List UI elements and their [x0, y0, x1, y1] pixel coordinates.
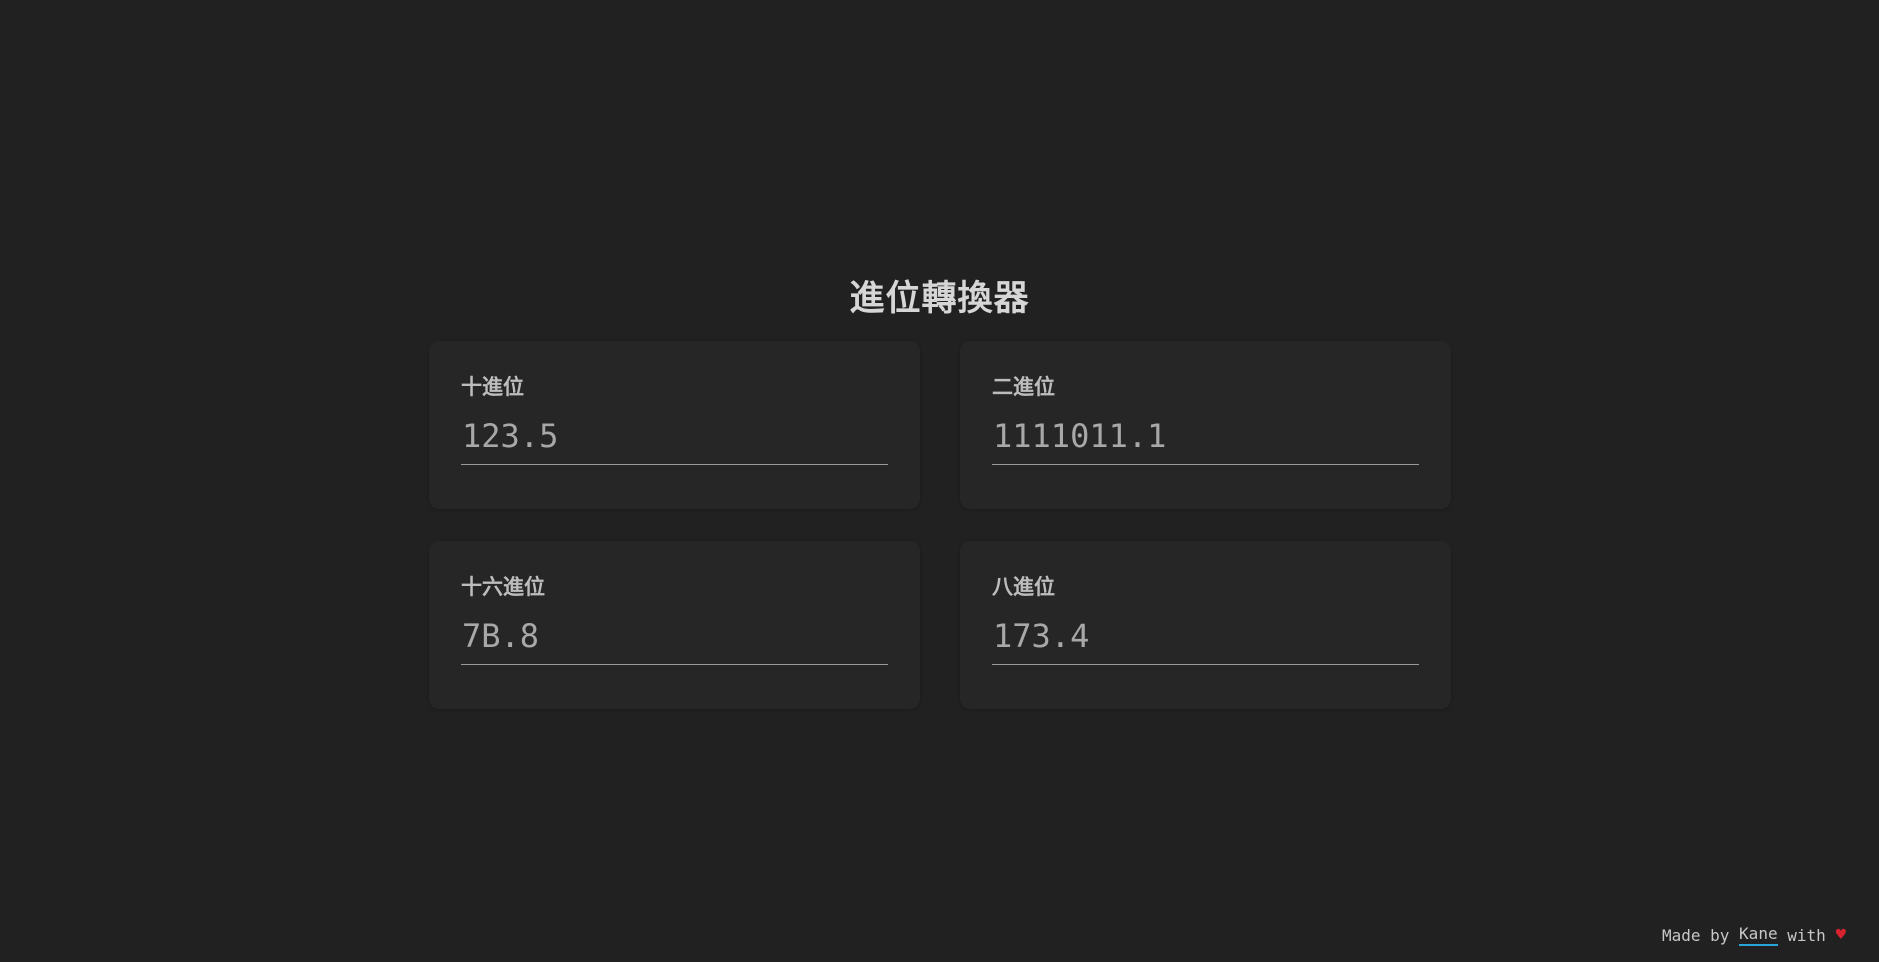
- octal-label: 八進位: [992, 575, 1055, 599]
- hexadecimal-label: 十六進位: [461, 575, 545, 599]
- hexadecimal-input[interactable]: [461, 611, 888, 665]
- page: 進位轉換器 十進位 二進位 十六進位 八進位 Made by Kane with…: [0, 0, 1879, 962]
- decimal-input[interactable]: [461, 411, 888, 465]
- binary-card: 二進位: [960, 341, 1451, 509]
- octal-card: 八進位: [960, 541, 1451, 709]
- converter-grid: 十進位 二進位 十六進位 八進位: [429, 341, 1451, 709]
- author-link[interactable]: Kane: [1739, 924, 1778, 946]
- binary-label: 二進位: [992, 375, 1055, 399]
- footer: Made by Kane with ♥: [1662, 924, 1846, 946]
- heart-icon: ♥: [1835, 925, 1846, 945]
- footer-suffix: with: [1777, 925, 1826, 945]
- decimal-label: 十進位: [461, 375, 524, 399]
- footer-prefix: Made by: [1661, 925, 1740, 945]
- page-title: 進位轉換器: [849, 279, 1030, 319]
- hexadecimal-card: 十六進位: [429, 541, 920, 709]
- binary-input[interactable]: [992, 411, 1419, 465]
- octal-input[interactable]: [992, 611, 1419, 665]
- decimal-card: 十進位: [429, 341, 920, 509]
